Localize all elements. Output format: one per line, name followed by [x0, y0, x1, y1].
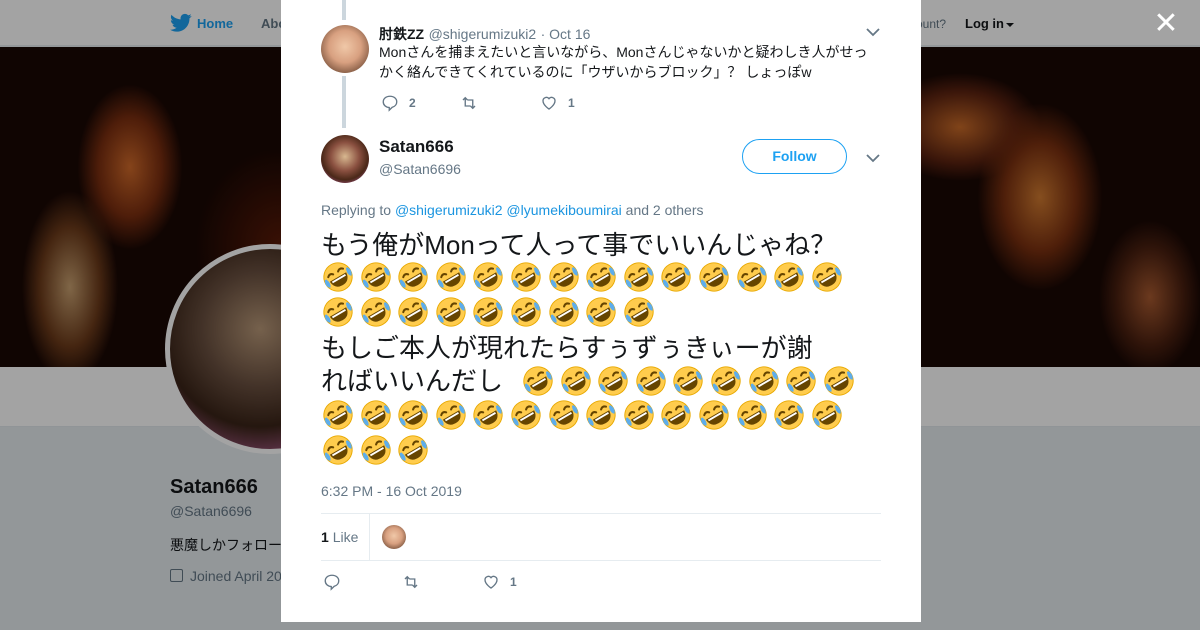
rolling-laughing-emoji-icon [547, 295, 581, 329]
mention-link[interactable]: @shigerumizuki2 [395, 202, 503, 218]
reply-action[interactable] [323, 572, 351, 592]
rolling-laughing-emoji-icon [471, 295, 505, 329]
reply-tweet-header: 肘鉄ZZ @shigerumizuki2 · Oct 16 [379, 24, 590, 44]
retweet-icon [462, 96, 476, 110]
retweet-icon [404, 575, 418, 589]
rolling-laughing-emoji-icon [584, 295, 618, 329]
chevron-down-icon[interactable] [866, 153, 880, 163]
rolling-laughing-emoji-icon [559, 364, 593, 398]
avatar[interactable] [321, 135, 369, 183]
rolling-laughing-emoji-icon [697, 398, 731, 432]
rolling-laughing-emoji-icon [396, 260, 430, 294]
likes-number: 1 [321, 529, 329, 545]
rolling-laughing-emoji-icon [810, 260, 844, 294]
rolling-laughing-emoji-icon [697, 260, 731, 294]
rolling-laughing-emoji-icon [659, 398, 693, 432]
rolling-laughing-emoji-icon [709, 364, 743, 398]
chevron-down-icon[interactable] [866, 27, 880, 37]
rolling-laughing-emoji-icon [822, 364, 856, 398]
avatar[interactable] [382, 525, 406, 549]
rolling-laughing-emoji-icon [434, 260, 468, 294]
rolling-laughing-emoji-icon [659, 260, 693, 294]
emoji-row [321, 433, 434, 467]
emoji-row [521, 364, 859, 398]
tweet-text-line-2: もしご本人が現れたらすぅずぅきぃーが謝 [321, 333, 813, 363]
heart-icon [484, 575, 498, 589]
rolling-laughing-emoji-icon [622, 398, 656, 432]
rolling-laughing-emoji-icon [735, 398, 769, 432]
rolling-laughing-emoji-icon [735, 260, 769, 294]
retweet-action[interactable] [460, 93, 488, 113]
tweet-stats: 1 Like [321, 513, 881, 561]
thread-line-bottom [342, 76, 346, 128]
rolling-laughing-emoji-icon [622, 260, 656, 294]
rolling-laughing-emoji-icon [584, 398, 618, 432]
rolling-laughing-emoji-icon [396, 295, 430, 329]
emoji-row [321, 295, 659, 329]
stats-divider [369, 514, 370, 560]
reply-author-handle[interactable]: @shigerumizuki2 [429, 26, 537, 42]
rolling-laughing-emoji-icon [396, 433, 430, 467]
rolling-laughing-emoji-icon [321, 295, 355, 329]
tweet-text-line-1: もう俺がMonって人って事でいいんじゃね？ [321, 230, 837, 260]
reply-action[interactable]: 2 [381, 93, 416, 113]
rolling-laughing-emoji-icon [471, 398, 505, 432]
mention-link[interactable]: @lyumekiboumirai [506, 202, 621, 218]
emoji-row [321, 260, 847, 294]
rolling-laughing-emoji-icon [547, 260, 581, 294]
rolling-laughing-emoji-icon [396, 398, 430, 432]
thread-line-top [342, 0, 346, 20]
rolling-laughing-emoji-icon [810, 398, 844, 432]
rolling-laughing-emoji-icon [471, 260, 505, 294]
rolling-laughing-emoji-icon [359, 260, 393, 294]
rolling-laughing-emoji-icon [584, 260, 618, 294]
rolling-laughing-emoji-icon [671, 364, 705, 398]
others-link[interactable]: and 2 others [626, 202, 704, 218]
rolling-laughing-emoji-icon [622, 295, 656, 329]
tweet-timestamp[interactable]: 6:32 PM - 16 Oct 2019 [321, 483, 462, 499]
emoji-row [321, 398, 847, 432]
rolling-laughing-emoji-icon [509, 398, 543, 432]
close-icon[interactable]: ✕ [1152, 9, 1180, 39]
rolling-laughing-emoji-icon [521, 364, 555, 398]
rolling-laughing-emoji-icon [634, 364, 668, 398]
reply-count: 2 [409, 96, 416, 110]
rolling-laughing-emoji-icon [784, 364, 818, 398]
like-action[interactable]: 1 [482, 572, 517, 592]
reply-author-name[interactable]: 肘鉄ZZ [379, 26, 424, 42]
rolling-laughing-emoji-icon [747, 364, 781, 398]
rolling-laughing-emoji-icon [359, 398, 393, 432]
rolling-laughing-emoji-icon [359, 433, 393, 467]
rolling-laughing-emoji-icon [596, 364, 630, 398]
reply-icon [324, 574, 340, 591]
rolling-laughing-emoji-icon [434, 398, 468, 432]
rolling-laughing-emoji-icon [321, 433, 355, 467]
main-author-name[interactable]: Satan666 [379, 137, 454, 157]
like-action[interactable]: 1 [540, 93, 575, 113]
avatar[interactable] [321, 25, 369, 73]
rolling-laughing-emoji-icon [772, 398, 806, 432]
reply-date[interactable]: · Oct 16 [541, 26, 591, 42]
heart-icon [542, 96, 556, 110]
rolling-laughing-emoji-icon [321, 260, 355, 294]
rolling-laughing-emoji-icon [509, 295, 543, 329]
retweet-action[interactable] [402, 572, 430, 592]
like-count: 1 [510, 575, 517, 589]
replying-to: Replying to @shigerumizuki2 @lyumekiboum… [321, 202, 704, 218]
main-author-handle[interactable]: @Satan6696 [379, 161, 461, 177]
follow-button[interactable]: Follow [742, 139, 847, 174]
like-count: 1 [568, 96, 575, 110]
reply-icon [382, 95, 398, 112]
rolling-laughing-emoji-icon [509, 260, 543, 294]
rolling-laughing-emoji-icon [321, 398, 355, 432]
likes-label: Like [332, 529, 359, 545]
rolling-laughing-emoji-icon [547, 398, 581, 432]
replying-to-label: Replying to [321, 202, 392, 218]
tweet-text-line-3: ればいいんだし [321, 366, 504, 396]
rolling-laughing-emoji-icon [359, 295, 393, 329]
reply-tweet-text: Monさんを捕まえたいと言いながら、Monさんじゃないかと疑わしき人がせっかく絡… [379, 44, 868, 80]
likes-stat[interactable]: 1 Like [321, 529, 358, 545]
rolling-laughing-emoji-icon [772, 260, 806, 294]
rolling-laughing-emoji-icon [434, 295, 468, 329]
